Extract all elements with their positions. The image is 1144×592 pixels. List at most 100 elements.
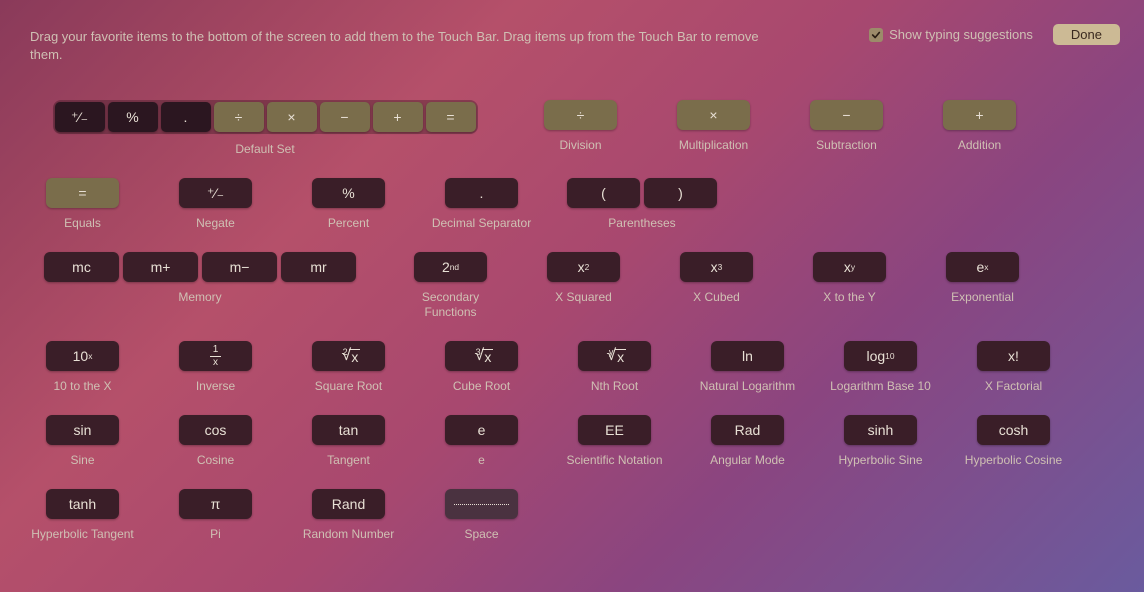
key-decimal[interactable]: . — [445, 178, 518, 208]
key-divide-default[interactable]: ÷ — [214, 102, 264, 132]
key-close-paren[interactable]: ) — [644, 178, 717, 208]
item-inverse[interactable]: 1 x Inverse — [163, 341, 268, 393]
key-nth-root[interactable]: y √x — [578, 341, 651, 371]
item-decimal-separator[interactable]: . Decimal Separator — [429, 178, 534, 230]
item-division[interactable]: ÷ Division — [528, 100, 633, 152]
item-parentheses[interactable]: ( ) Parentheses — [562, 178, 722, 230]
key-x-to-y[interactable]: xy — [813, 252, 886, 282]
instructions-text: Drag your favorite items to the bottom o… — [30, 28, 790, 64]
key-negate[interactable]: ⁺⁄₋ — [179, 178, 252, 208]
item-nth-root[interactable]: y √x Nth Root — [562, 341, 667, 393]
item-cube-root[interactable]: 3 √x Cube Root — [429, 341, 534, 393]
space-icon — [454, 504, 509, 505]
key-decimal-default[interactable]: . — [161, 102, 211, 132]
item-hyperbolic-tangent[interactable]: tanh Hyperbolic Tangent — [30, 489, 135, 541]
key-division[interactable]: ÷ — [544, 100, 617, 130]
item-pi[interactable]: π Pi — [163, 489, 268, 541]
item-secondary-functions[interactable]: 2nd Secondary Functions — [398, 252, 503, 319]
label-decimal: Decimal Separator — [432, 216, 531, 230]
item-hyperbolic-cosine[interactable]: cosh Hyperbolic Cosine — [961, 415, 1066, 467]
label-space: Space — [464, 527, 498, 541]
label-negate: Negate — [196, 216, 235, 230]
key-sinh[interactable]: sinh — [844, 415, 917, 445]
item-equals[interactable]: = Equals — [30, 178, 135, 230]
key-mr[interactable]: mr — [281, 252, 356, 282]
label-x-to-y: X to the Y — [823, 290, 875, 304]
item-cosine[interactable]: cos Cosine — [163, 415, 268, 467]
done-button[interactable]: Done — [1053, 24, 1120, 45]
key-equals-default[interactable]: = — [426, 102, 476, 132]
key-tan[interactable]: tan — [312, 415, 385, 445]
key-minus-default[interactable]: − — [320, 102, 370, 132]
item-negate[interactable]: ⁺⁄₋ Negate — [163, 178, 268, 230]
key-pi[interactable]: π — [179, 489, 252, 519]
key-e[interactable]: e — [445, 415, 518, 445]
key-open-paren[interactable]: ( — [567, 178, 640, 208]
label-secondary: Secondary Functions — [398, 290, 503, 319]
key-ee[interactable]: EE — [578, 415, 651, 445]
item-subtraction[interactable]: − Subtraction — [794, 100, 899, 152]
key-percent-default[interactable]: % — [108, 102, 158, 132]
item-sine[interactable]: sin Sine — [30, 415, 135, 467]
label-memory: Memory — [178, 290, 221, 304]
key-log-10[interactable]: log10 — [844, 341, 917, 371]
key-x-factorial[interactable]: x! — [977, 341, 1050, 371]
item-square-root[interactable]: 2 √x Square Root — [296, 341, 401, 393]
key-rand[interactable]: Rand — [312, 489, 385, 519]
label-10-to-x: 10 to the X — [53, 379, 111, 393]
item-e-constant[interactable]: e e — [429, 415, 534, 467]
checkbox-label: Show typing suggestions — [889, 27, 1033, 42]
item-exponential[interactable]: ex Exponential — [930, 252, 1035, 304]
key-inverse[interactable]: 1 x — [179, 341, 252, 371]
key-equals[interactable]: = — [46, 178, 119, 208]
key-ln[interactable]: ln — [711, 341, 784, 371]
item-angular-mode[interactable]: Rad Angular Mode — [695, 415, 800, 467]
item-tangent[interactable]: tan Tangent — [296, 415, 401, 467]
key-mc[interactable]: mc — [44, 252, 119, 282]
key-x-cubed[interactable]: x3 — [680, 252, 753, 282]
label-cosh: Hyperbolic Cosine — [965, 453, 1062, 467]
key-sin[interactable]: sin — [46, 415, 119, 445]
key-multiply-default[interactable]: × — [267, 102, 317, 132]
key-addition[interactable]: + — [943, 100, 1016, 130]
key-space[interactable] — [445, 489, 518, 519]
item-random-number[interactable]: Rand Random Number — [296, 489, 401, 541]
label-tanh: Hyperbolic Tangent — [31, 527, 134, 541]
item-natural-log[interactable]: ln Natural Logarithm — [695, 341, 800, 393]
item-x-to-y[interactable]: xy X to the Y — [797, 252, 902, 304]
key-negate-default[interactable]: ⁺⁄₋ — [55, 102, 105, 132]
key-2nd[interactable]: 2nd — [414, 252, 487, 282]
key-x-squared[interactable]: x2 — [547, 252, 620, 282]
key-e-to-x[interactable]: ex — [946, 252, 1019, 282]
key-rad[interactable]: Rad — [711, 415, 784, 445]
item-10-to-x[interactable]: 10x 10 to the X — [30, 341, 135, 393]
item-x-squared[interactable]: x2 X Squared — [531, 252, 636, 304]
key-multiplication[interactable]: × — [677, 100, 750, 130]
cbrt-icon: 3 √x — [470, 347, 494, 365]
item-default-set[interactable]: ⁺⁄₋ % . ÷ × − + = Default Set — [30, 100, 500, 156]
key-m-minus[interactable]: m− — [202, 252, 277, 282]
label-parentheses: Parentheses — [608, 216, 675, 230]
item-hyperbolic-sine[interactable]: sinh Hyperbolic Sine — [828, 415, 933, 467]
item-addition[interactable]: + Addition — [927, 100, 1032, 152]
item-memory[interactable]: mc m+ m− mr Memory — [30, 252, 370, 304]
show-typing-suggestions-checkbox[interactable]: Show typing suggestions — [869, 27, 1033, 42]
item-percent[interactable]: % Percent — [296, 178, 401, 230]
item-x-cubed[interactable]: x3 X Cubed — [664, 252, 769, 304]
key-cosh[interactable]: cosh — [977, 415, 1050, 445]
key-m-plus[interactable]: m+ — [123, 252, 198, 282]
item-log-10[interactable]: log10 Logarithm Base 10 — [828, 341, 933, 393]
key-10-to-x[interactable]: 10x — [46, 341, 119, 371]
item-scientific-notation[interactable]: EE Scientific Notation — [562, 415, 667, 467]
key-percent[interactable]: % — [312, 178, 385, 208]
item-multiplication[interactable]: × Multiplication — [661, 100, 766, 152]
key-cos[interactable]: cos — [179, 415, 252, 445]
key-square-root[interactable]: 2 √x — [312, 341, 385, 371]
key-cube-root[interactable]: 3 √x — [445, 341, 518, 371]
item-x-factorial[interactable]: x! X Factorial — [961, 341, 1066, 393]
key-tanh[interactable]: tanh — [46, 489, 119, 519]
key-subtraction[interactable]: − — [810, 100, 883, 130]
item-space[interactable]: Space — [429, 489, 534, 541]
key-plus-default[interactable]: + — [373, 102, 423, 132]
label-e: e — [478, 453, 485, 467]
